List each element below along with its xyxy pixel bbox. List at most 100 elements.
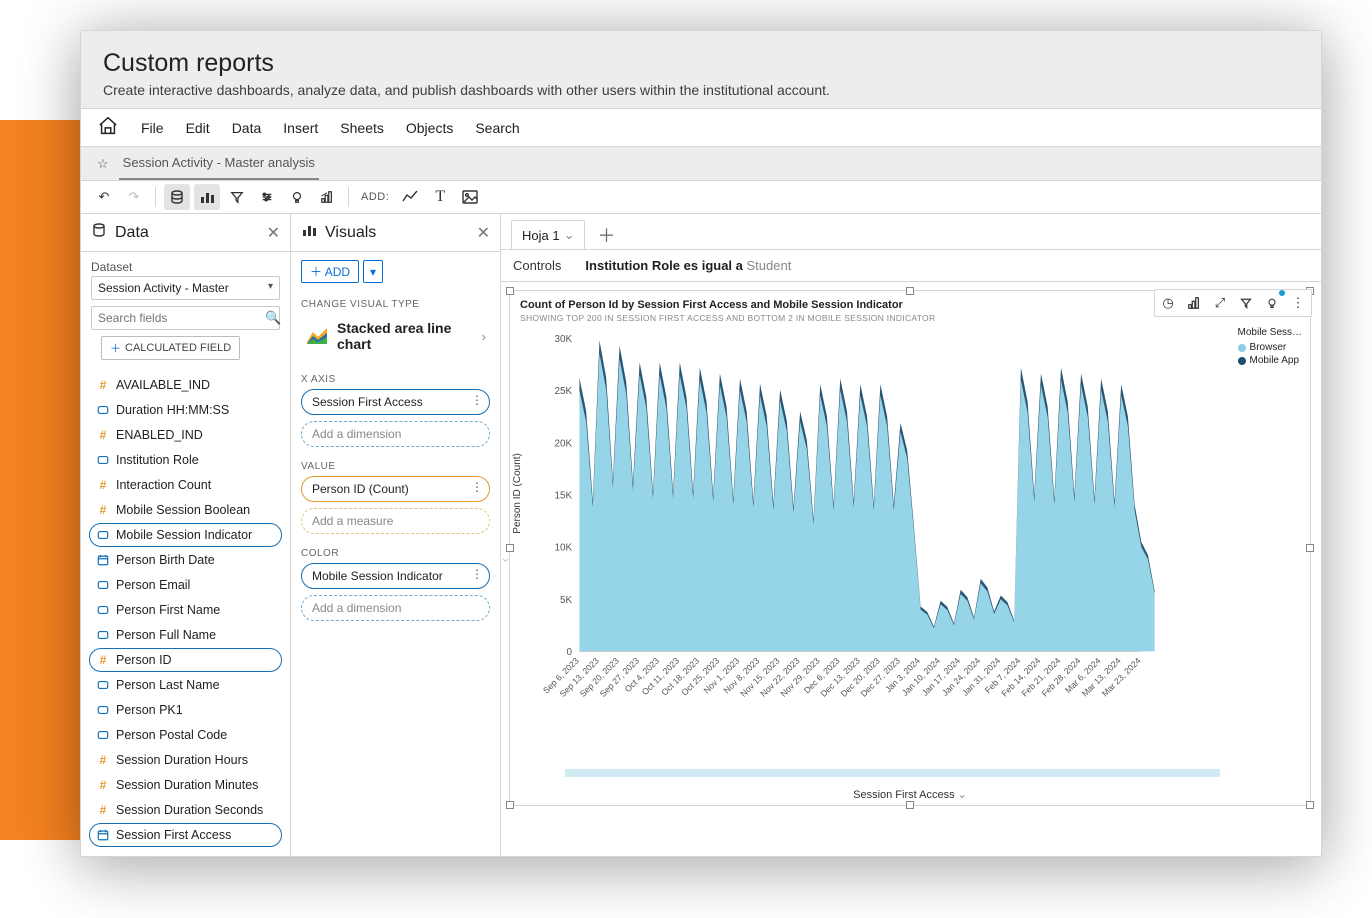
visual-type-selector[interactable]: Stacked area line chart › bbox=[301, 314, 490, 358]
field-item[interactable]: Person Postal Code bbox=[89, 723, 282, 747]
controls-row: Controls Institution Role es igual a Stu… bbox=[501, 250, 1321, 282]
value-field-pill[interactable]: Person ID (Count)⋮ bbox=[301, 476, 490, 502]
svg-text:20K: 20K bbox=[555, 438, 573, 449]
sheet-tab[interactable]: Hoja 1 ⌄ bbox=[511, 220, 585, 249]
field-item[interactable]: Person PK1 bbox=[89, 698, 282, 722]
resize-handle[interactable] bbox=[906, 287, 914, 295]
menu-data[interactable]: Data bbox=[232, 120, 262, 136]
redo-icon[interactable]: ↷ bbox=[121, 184, 147, 210]
color-field-pill[interactable]: Mobile Session Indicator⋮ bbox=[301, 563, 490, 589]
dataset-label: Dataset bbox=[81, 252, 290, 276]
data-panel-toggle-icon[interactable] bbox=[164, 184, 190, 210]
color-section-label: COLOR bbox=[291, 540, 500, 563]
chevron-down-icon[interactable]: ⌄ bbox=[564, 227, 575, 243]
resize-handle[interactable] bbox=[506, 801, 514, 809]
parameters-icon[interactable] bbox=[254, 184, 280, 210]
filter-icon[interactable] bbox=[1235, 292, 1257, 314]
resize-handle[interactable] bbox=[506, 287, 514, 295]
field-item[interactable]: #Interaction Count bbox=[89, 473, 282, 497]
stacked-area-icon bbox=[305, 324, 329, 348]
number-type-icon: # bbox=[96, 753, 110, 767]
insights-icon[interactable] bbox=[284, 184, 310, 210]
search-fields[interactable]: 🔍 bbox=[91, 306, 280, 330]
add-text-icon[interactable]: T bbox=[427, 184, 453, 210]
svg-text:25K: 25K bbox=[555, 386, 573, 397]
menu-insert[interactable]: Insert bbox=[283, 120, 318, 136]
add-visual-button[interactable]: ＋ ADD bbox=[301, 260, 359, 283]
page-subtitle: Create interactive dashboards, analyze d… bbox=[103, 82, 1299, 98]
resize-handle[interactable] bbox=[506, 544, 514, 552]
filter-icon[interactable] bbox=[224, 184, 250, 210]
legend-item[interactable]: Mobile App bbox=[1238, 355, 1302, 366]
field-label: Mobile Session Indicator bbox=[116, 528, 252, 542]
maximize-icon[interactable]: ⤢ bbox=[1209, 292, 1231, 314]
menu-objects[interactable]: Objects bbox=[406, 120, 453, 136]
menu-sheets[interactable]: Sheets bbox=[340, 120, 384, 136]
format-icon[interactable] bbox=[1183, 292, 1205, 314]
toolbar: ↶ ↷ ADD: T bbox=[81, 181, 1321, 214]
xaxis-placeholder[interactable]: Add a dimension bbox=[301, 421, 490, 447]
menu-edit[interactable]: Edit bbox=[186, 120, 210, 136]
field-item[interactable]: #Person ID bbox=[89, 648, 282, 672]
search-input[interactable] bbox=[92, 307, 259, 329]
field-item[interactable]: Person First Name bbox=[89, 598, 282, 622]
menu-file[interactable]: File bbox=[141, 120, 164, 136]
svg-text:5K: 5K bbox=[560, 595, 572, 606]
chart-title: Count of Person Id by Session First Acce… bbox=[520, 299, 903, 311]
star-icon[interactable]: ☆ bbox=[97, 156, 109, 172]
controls-label[interactable]: Controls bbox=[513, 258, 561, 273]
menu-search[interactable]: Search bbox=[475, 120, 519, 136]
calculated-field-button[interactable]: ＋CALCULATED FIELD bbox=[101, 336, 240, 360]
resize-handle[interactable] bbox=[906, 801, 914, 809]
search-icon[interactable]: 🔍 bbox=[259, 310, 287, 326]
close-icon[interactable]: ✕ bbox=[267, 223, 280, 243]
themes-icon[interactable] bbox=[314, 184, 340, 210]
more-icon[interactable]: ⋮ bbox=[471, 567, 483, 581]
field-item[interactable]: #Mobile Session Boolean bbox=[89, 498, 282, 522]
field-item[interactable]: #Session Duration Seconds bbox=[89, 798, 282, 822]
color-placeholder[interactable]: Add a dimension bbox=[301, 595, 490, 621]
field-item[interactable]: Person Birth Date bbox=[89, 548, 282, 572]
field-item[interactable]: #AVAILABLE_IND bbox=[89, 373, 282, 397]
field-label: ENABLED_IND bbox=[116, 428, 203, 442]
chevron-down-icon: ⌄ bbox=[958, 789, 967, 801]
resize-handle[interactable] bbox=[1306, 801, 1314, 809]
chart-visual[interactable]: ◷ ⤢ ⋮ Count of Person Id by Session Firs… bbox=[509, 290, 1311, 806]
filter-value[interactable]: Student bbox=[747, 258, 792, 273]
value-section-label: VALUE bbox=[291, 453, 500, 476]
add-image-icon[interactable] bbox=[457, 184, 483, 210]
add-line-chart-icon[interactable] bbox=[397, 184, 423, 210]
visual-toolbar: ◷ ⤢ ⋮ bbox=[1154, 289, 1312, 317]
field-item[interactable]: Person Full Name bbox=[89, 623, 282, 647]
resize-handle[interactable] bbox=[1306, 544, 1314, 552]
x-axis-label[interactable]: Session First Access ⌄ bbox=[510, 788, 1310, 801]
add-sheet-button[interactable]: ＋ bbox=[593, 222, 619, 248]
dataset-select[interactable]: Session Activity - Master bbox=[91, 276, 280, 300]
field-item[interactable]: Person Last Name bbox=[89, 673, 282, 697]
field-item[interactable]: Mobile Session Indicator bbox=[89, 523, 282, 547]
add-visual-dropdown[interactable]: ▾ bbox=[363, 260, 383, 283]
undo-icon[interactable]: ↶ bbox=[91, 184, 117, 210]
more-icon[interactable]: ⋮ bbox=[1287, 292, 1309, 314]
value-placeholder[interactable]: Add a measure bbox=[301, 508, 490, 534]
close-icon[interactable]: ✕ bbox=[477, 223, 490, 243]
field-item[interactable]: Session First Access bbox=[89, 823, 282, 847]
field-item[interactable]: Institution Role bbox=[89, 448, 282, 472]
field-item[interactable]: #Session Duration Hours bbox=[89, 748, 282, 772]
more-icon[interactable]: ⋮ bbox=[471, 393, 483, 407]
analysis-tab[interactable]: Session Activity - Master analysis bbox=[119, 147, 319, 180]
field-item[interactable]: #ENABLED_IND bbox=[89, 423, 282, 447]
home-icon[interactable] bbox=[97, 115, 119, 140]
visuals-panel-toggle-icon[interactable] bbox=[194, 184, 220, 210]
chart-scrubber[interactable] bbox=[565, 769, 1220, 777]
legend-item[interactable]: Browser bbox=[1238, 342, 1302, 353]
more-icon[interactable]: ⋮ bbox=[471, 480, 483, 494]
clock-icon[interactable]: ◷ bbox=[1157, 292, 1179, 314]
field-item[interactable]: Person Email bbox=[89, 573, 282, 597]
bulb-icon[interactable] bbox=[1261, 292, 1283, 314]
field-item[interactable]: #Session Duration Minutes bbox=[89, 773, 282, 797]
number-type-icon: # bbox=[96, 503, 110, 517]
xaxis-field-pill[interactable]: Session First Access⋮ bbox=[301, 389, 490, 415]
app-window: Custom reports Create interactive dashbo… bbox=[80, 30, 1322, 857]
field-item[interactable]: Duration HH:MM:SS bbox=[89, 398, 282, 422]
